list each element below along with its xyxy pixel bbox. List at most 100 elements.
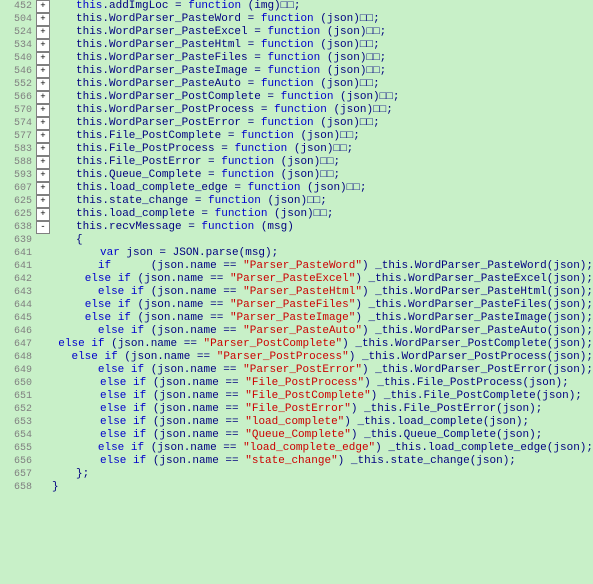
line-number: 641 xyxy=(0,260,36,273)
code-line: 577+ this.File_PostComplete = function (j… xyxy=(0,130,593,143)
line-number: 642 xyxy=(0,273,36,286)
expand-button[interactable]: + xyxy=(36,130,50,143)
expand-button[interactable]: + xyxy=(36,78,50,91)
code-content: else if (json.name == "File_PostProcess"… xyxy=(100,377,569,390)
code-line: 540+ this.WordParser_PasteFiles = functio… xyxy=(0,52,593,65)
code-content: this.WordParser_PostProcess = function (… xyxy=(76,104,393,117)
code-line: 625+ this.state_change = function (json)□… xyxy=(0,195,593,208)
code-content: else if (json.name == "Parser_PostError"… xyxy=(98,364,593,377)
code-content: else if (json.name == "File_PostError") … xyxy=(100,403,542,416)
line-number: 656 xyxy=(0,455,36,468)
code-content: else if (json.name == "load_complete_edg… xyxy=(98,442,593,455)
code-line: 655 else if (json.name == "load_complete_… xyxy=(0,442,593,455)
code-line: 649 else if (json.name == "Parser_PostErr… xyxy=(0,364,593,377)
line-number: 649 xyxy=(0,364,36,377)
code-line: 648else if (json.name == "Parser_PostPro… xyxy=(0,351,593,364)
code-line: 607+this.load_complete_edge = function (… xyxy=(0,182,593,195)
code-content: this.File_PostComplete = function (json)… xyxy=(76,130,360,143)
code-content: this.WordParser_PostError = function (js… xyxy=(76,117,380,130)
code-line: 504+this.WordParser_PasteWord = function… xyxy=(0,13,593,26)
code-line: 593+this.Queue_Complete = function (json… xyxy=(0,169,593,182)
code-content: { xyxy=(76,234,83,247)
line-number: 540 xyxy=(0,52,36,65)
expand-button[interactable]: + xyxy=(36,0,50,13)
code-content: this.WordParser_PasteFiles = function (j… xyxy=(76,52,386,65)
code-content: } xyxy=(52,481,59,494)
code-line: 524+this.WordParser_PasteExcel = functio… xyxy=(0,26,593,39)
code-line: 641var json = JSON.parse(msg); xyxy=(0,247,593,260)
expand-button[interactable]: + xyxy=(36,182,50,195)
line-number: 647 xyxy=(0,338,36,351)
code-line: 654else if (json.name == "Queue_Complete… xyxy=(0,429,593,442)
code-content: this.load_complete_edge = function (json… xyxy=(76,182,366,195)
code-content: this.File_PostError = function (json)□□; xyxy=(76,156,340,169)
code-line: 646else if (json.name == "Parser_PasteAu… xyxy=(0,325,593,338)
code-content: else if (json.name == "Parser_PasteHtml"… xyxy=(98,286,593,299)
expand-button[interactable]: + xyxy=(36,91,50,104)
expand-button[interactable]: + xyxy=(36,195,50,208)
expand-button[interactable]: + xyxy=(36,104,50,117)
code-line: 570+ this.WordParser_PostProcess = functi… xyxy=(0,104,593,117)
code-content: else if (json.name == "Parser_PasteExcel… xyxy=(85,273,593,286)
code-content: this.recvMessage = function (msg) xyxy=(76,221,294,234)
code-line: 625+ this.load_complete = function (json)… xyxy=(0,208,593,221)
line-number: 643 xyxy=(0,286,36,299)
code-content: if (json.name == "Parser_PasteWord") _th… xyxy=(98,260,593,273)
code-line: 645 else if (json.name == "Parser_PasteIm… xyxy=(0,312,593,325)
expand-button[interactable]: + xyxy=(36,156,50,169)
code-line: 658} xyxy=(0,481,593,494)
code-content: this.load_complete = function (json)□□; xyxy=(76,208,333,221)
code-content: else if (json.name == "Parser_PasteImage… xyxy=(85,312,593,325)
code-line: 653else if (json.name == "load_complete"… xyxy=(0,416,593,429)
code-line: 650else if (json.name == "File_PostProce… xyxy=(0,377,593,390)
line-number: 588 xyxy=(0,156,36,169)
code-line: 534+ this.WordParser_PasteHtml = function… xyxy=(0,39,593,52)
line-number: 593 xyxy=(0,169,36,182)
code-line: 641 if (json.name == "Parser_PasteWord") … xyxy=(0,260,593,273)
expand-button[interactable]: + xyxy=(36,39,50,52)
collapse-button[interactable]: - xyxy=(36,221,50,234)
code-line: 452+this.addImgLoc = function (img)□□; xyxy=(0,0,593,13)
line-number: 504 xyxy=(0,13,36,26)
line-number: 645 xyxy=(0,312,36,325)
line-number: 625 xyxy=(0,195,36,208)
line-number: 524 xyxy=(0,26,36,39)
expand-button[interactable]: + xyxy=(36,169,50,182)
line-number: 577 xyxy=(0,130,36,143)
line-number: 552 xyxy=(0,78,36,91)
line-number: 534 xyxy=(0,39,36,52)
expand-button[interactable]: + xyxy=(36,208,50,221)
expand-button[interactable]: + xyxy=(36,26,50,39)
code-content: this.addImgLoc = function (img)□□; xyxy=(76,0,300,13)
line-number: 570 xyxy=(0,104,36,117)
line-number: 625 xyxy=(0,208,36,221)
code-content: else if (json.name == "File_PostComplete… xyxy=(100,390,582,403)
code-line: 574+ this.WordParser_PostError = function… xyxy=(0,117,593,130)
code-content: this.WordParser_PasteHtml = function (js… xyxy=(76,39,380,52)
code-content: this.WordParser_PasteImage = function (j… xyxy=(76,65,386,78)
code-line: 588+ this.File_PostError = function (json… xyxy=(0,156,593,169)
expand-button[interactable]: + xyxy=(36,117,50,130)
code-line: 652else if (json.name == "File_PostError… xyxy=(0,403,593,416)
expand-button[interactable]: + xyxy=(36,65,50,78)
code-content: else if (json.name == "Parser_PostProces… xyxy=(71,351,593,364)
line-number: 639 xyxy=(0,234,36,247)
code-content: this.WordParser_PostComplete = function … xyxy=(76,91,399,104)
code-content: else if (json.name == "state_change") _t… xyxy=(100,455,516,468)
code-line: 656 else if (json.name == "state_change")… xyxy=(0,455,593,468)
code-line: 639 { xyxy=(0,234,593,247)
code-line: 647else if (json.name == "Parser_PostCom… xyxy=(0,338,593,351)
code-content: else if (json.name == "Queue_Complete") … xyxy=(100,429,542,442)
expand-button[interactable]: + xyxy=(36,52,50,65)
code-line: 643 else if (json.name == "Parser_PasteHt… xyxy=(0,286,593,299)
code-line: 638-this.recvMessage = function (msg) xyxy=(0,221,593,234)
expand-button[interactable]: + xyxy=(36,13,50,26)
code-line: 642 else if (json.name == "Parser_PasteEx… xyxy=(0,273,593,286)
line-number: 644 xyxy=(0,299,36,312)
code-content: this.WordParser_PasteAuto = function (js… xyxy=(76,78,380,91)
line-number: 655 xyxy=(0,442,36,455)
line-number: 574 xyxy=(0,117,36,130)
code-content: this.state_change = function (json)□□; xyxy=(76,195,327,208)
code-content: else if (json.name == "Parser_PasteFiles… xyxy=(85,299,593,312)
expand-button[interactable]: + xyxy=(36,143,50,156)
